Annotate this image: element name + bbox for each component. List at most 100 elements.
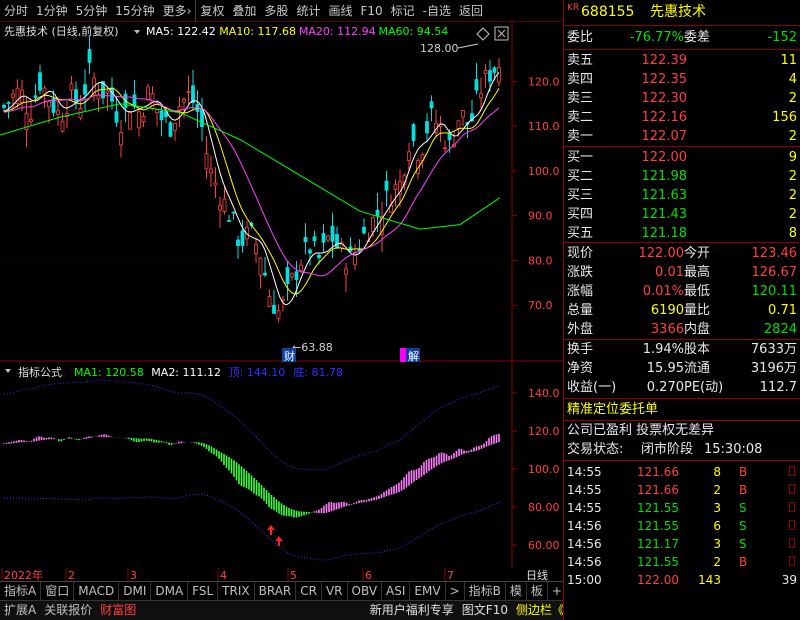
indicator-tab-4[interactable]: DMA: [151, 582, 189, 600]
indicator-tab-7[interactable]: BRAR: [255, 582, 297, 600]
stat2-row: 换手 1.94% 股本 7633万: [564, 341, 800, 359]
chevron-down-icon[interactable]: [134, 30, 140, 34]
bid-volume: 2: [788, 188, 797, 203]
ask-label: 卖四: [567, 72, 594, 87]
bid-price: 121.43: [641, 207, 688, 222]
candle-body: [429, 101, 434, 109]
indicator-svg[interactable]: 140.0 120.0 100.0 80.00 60.00 指标公式 MA1: 120.58…: [0, 362, 563, 568]
toolbar-item-5[interactable]: 复权: [195, 0, 228, 22]
date-axis: 2022年 2 3 4 5 6 7 日线: [0, 568, 563, 582]
chevron-down-icon[interactable]: [5, 369, 11, 373]
indicator-tab-16[interactable]: 板: [527, 582, 548, 600]
date-label: 6: [365, 569, 372, 581]
indicator-tab-12[interactable]: EMV: [410, 582, 446, 600]
status-left-1[interactable]: 关联报价: [40, 601, 96, 620]
toolbar-item-13[interactable]: 返回: [455, 0, 487, 22]
ask-price: 122.16: [641, 110, 688, 125]
candle-body: [146, 86, 150, 101]
indicator-tab-8[interactable]: CR: [296, 582, 322, 600]
toolbar-item-2[interactable]: 5分钟: [72, 0, 112, 22]
indicator-tab-3[interactable]: DMI: [119, 582, 152, 600]
tick-price: 121.55: [637, 519, 679, 533]
indicator-tab-15[interactable]: 模: [506, 582, 527, 600]
indicator-tab-6[interactable]: TRIX: [218, 582, 255, 600]
indicator-chart[interactable]: 140.0 120.0 100.0 80.00 60.00 指标公式 MA1: 120.58…: [0, 362, 563, 568]
toolbar-item-10[interactable]: F10: [356, 0, 386, 22]
toolbar-item-1[interactable]: 1分钟: [32, 0, 72, 22]
candle-body: [47, 100, 51, 108]
ma10-line: [3, 87, 500, 295]
bid-volume: 2: [788, 207, 797, 222]
status-left-0[interactable]: 扩展A: [0, 601, 40, 620]
bid-volume: 8: [788, 226, 797, 241]
tick-price: 121.55: [637, 501, 679, 515]
trade-status-row: 交易状态: 闭市阶段 15:30:08: [564, 441, 800, 459]
weicha-value: -152: [767, 30, 797, 45]
toolbar-item-12[interactable]: -自选: [419, 0, 455, 22]
toolbar-item-6[interactable]: 叠加: [228, 0, 260, 22]
bid-row: 买一 122.00 9: [564, 149, 800, 167]
divider: [564, 398, 800, 399]
indicator-tab-5[interactable]: FSL: [188, 582, 219, 600]
stat-value: 2824: [763, 322, 797, 337]
candle-body: [114, 111, 119, 123]
kline-chart[interactable]: 120.0 110.0 100.0 90.0 80.0 70.0 先惠技术 (日线,前复权)…: [0, 22, 563, 363]
indicator-tab-13[interactable]: >: [446, 582, 465, 600]
bid-label: 买三: [567, 188, 594, 203]
kline-svg[interactable]: 120.0 110.0 100.0 90.0 80.0 70.0 先惠技术 (日线,前复权)…: [0, 22, 563, 363]
ask-label: 卖二: [567, 110, 594, 125]
toolbar-item-11[interactable]: 标记: [387, 0, 419, 22]
indicator-tab-1[interactable]: 窗口: [41, 582, 75, 600]
y-tick-label: 120.0: [528, 75, 560, 88]
candle-body: [204, 153, 209, 170]
indicator-tab-10[interactable]: OBV: [348, 582, 383, 600]
indicator-tab-0[interactable]: 指标A: [0, 582, 42, 600]
ask-row: 卖三 122.30 2: [564, 90, 800, 108]
candle-body: [227, 220, 231, 222]
stat-label: 涨跌: [567, 265, 594, 280]
candle-body: [326, 235, 330, 241]
toolbar-item-8[interactable]: 统计: [292, 0, 324, 22]
ask-volume: 11: [780, 53, 797, 68]
toolbar-item-9[interactable]: 画线: [324, 0, 356, 22]
indicator-tab-14[interactable]: 指标B: [465, 582, 506, 600]
indicator-tab-9[interactable]: VR: [322, 582, 348, 600]
toolbar-item-7[interactable]: 多股: [260, 0, 292, 22]
divider: [564, 339, 800, 340]
stat-value: 6190: [650, 303, 684, 318]
candle-body: [141, 116, 146, 123]
indicator-tab-11[interactable]: ASI: [382, 582, 411, 600]
status-left-2[interactable]: 财富图: [96, 601, 140, 620]
stat-label: 最低: [684, 284, 711, 299]
stat-row: 涨幅 0.01% 最低 120.11: [564, 283, 800, 301]
promo-link[interactable]: 精准定位委托单: [564, 401, 800, 419]
diamond-icon[interactable]: [476, 27, 490, 41]
period-label: 日线: [526, 568, 548, 581]
candle-body: [479, 93, 483, 99]
candle-body: [335, 233, 339, 248]
candle-body: [276, 310, 281, 319]
indicator-legend-3: 底: 81.78: [293, 365, 343, 379]
stock-name: 先惠技术: [650, 4, 706, 20]
status-mid-0[interactable]: 新用户福利专享: [366, 601, 458, 620]
status-mid-2[interactable]: 侧边栏《: [512, 601, 568, 620]
stat-row: 涨跌 0.01 最高 126.67: [564, 264, 800, 282]
stat2-label: 净资: [567, 361, 594, 376]
tick-volume: 143: [698, 573, 721, 587]
indicator-tab-2[interactable]: MACD: [74, 582, 120, 600]
tick-side: B: [739, 555, 748, 569]
stat-row: 总量 6190 量比 0.71: [564, 302, 800, 320]
candle-body: [56, 110, 60, 115]
toolbar-item-0[interactable]: 分时: [0, 0, 32, 22]
toolbar-item-4[interactable]: 更多›: [159, 0, 196, 22]
stat-label: 现价: [567, 246, 594, 261]
toolbar-item-3[interactable]: 15分钟: [111, 0, 158, 22]
promo-text[interactable]: 精准定位委托单: [567, 401, 658, 419]
candle-body: [407, 151, 411, 161]
high-price-marker: 128.00: [420, 42, 459, 55]
status-mid-1[interactable]: 图文F10: [458, 601, 512, 620]
low-price-marker: ←63.88: [292, 341, 333, 354]
ask-label: 卖一: [567, 129, 594, 144]
ask-volume: 2: [788, 91, 797, 106]
unlock-badge-label: 解: [408, 349, 419, 362]
